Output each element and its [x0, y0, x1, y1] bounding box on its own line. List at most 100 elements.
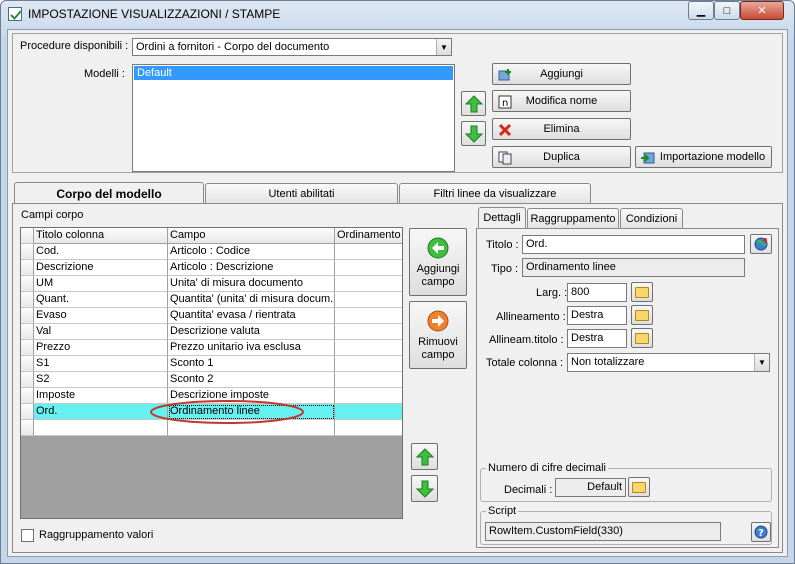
procedure-select[interactable]: Ordini a fornitori - Corpo del documento… [132, 38, 452, 56]
table-row[interactable]: Val Descrizione valuta [21, 324, 402, 340]
row-indicator[interactable] [21, 420, 34, 436]
width-input[interactable]: 800 [567, 283, 627, 302]
col-header-title[interactable]: Titolo colonna [34, 228, 168, 244]
table-row[interactable]: Prezzo Prezzo unitario iva esclusa [21, 340, 402, 356]
arrow-up-icon [464, 94, 483, 112]
help-button[interactable]: ? [751, 522, 771, 542]
close-button[interactable]: ✕ [740, 1, 784, 20]
align-folder-button[interactable] [631, 305, 653, 325]
remove-field-button[interactable]: Rimuovi campo [409, 301, 467, 369]
add-field-button[interactable]: Aggiungi campo [409, 228, 467, 296]
row-indicator[interactable] [21, 356, 34, 372]
cell-order[interactable] [335, 276, 402, 292]
cell-order[interactable] [335, 324, 402, 340]
col-header-field[interactable]: Campo [168, 228, 335, 244]
cell-field[interactable]: Articolo : Descrizione [168, 260, 335, 276]
move-model-up-button[interactable] [461, 91, 486, 116]
maximize-button[interactable]: □ [714, 1, 740, 20]
cell-order[interactable] [335, 244, 402, 260]
decimals-folder-button[interactable] [628, 477, 650, 497]
tab-raggruppamento[interactable]: Raggruppamento [527, 208, 619, 228]
import-model-label: Importazione modello [659, 151, 766, 163]
cell-title[interactable]: Val [34, 324, 168, 340]
rename-model-button[interactable]: n Modifica nome [492, 90, 631, 112]
tab-corpo-del-modello[interactable]: Corpo del modello [14, 182, 204, 204]
cell-order[interactable] [335, 356, 402, 372]
table-row[interactable]: UM Unita' di misura documento [21, 276, 402, 292]
cell-title[interactable]: S2 [34, 372, 168, 388]
fields-grid[interactable]: Titolo colonna Campo Ordinamento Cod. Art… [20, 227, 403, 519]
row-indicator[interactable] [21, 388, 34, 404]
tab-label: Raggruppamento [530, 212, 616, 225]
row-indicator[interactable] [21, 372, 34, 388]
cell-order[interactable] [335, 340, 402, 356]
table-row[interactable]: Cod. Articolo : Codice [21, 244, 402, 260]
globe-button[interactable] [750, 234, 772, 254]
cell-title[interactable]: Quant. [34, 292, 168, 308]
total-select[interactable]: Non totalizzare ▼ [567, 353, 770, 372]
svg-text:?: ? [758, 528, 764, 539]
cell-order[interactable] [335, 260, 402, 276]
cell-order[interactable] [335, 404, 402, 420]
align-title-input[interactable]: Destra [567, 329, 627, 348]
row-indicator[interactable] [21, 292, 34, 308]
cell-order[interactable] [335, 292, 402, 308]
table-row[interactable]: S1 Sconto 1 [21, 356, 402, 372]
title-bar[interactable]: IMPOSTAZIONE VISUALIZZAZIONI / STAMPE ▁ … [0, 0, 795, 28]
cell-field[interactable]: Quantita' evasa / rientrata [168, 308, 335, 324]
cell-order[interactable] [335, 420, 402, 436]
cell-title[interactable]: S1 [34, 356, 168, 372]
cell-field[interactable]: Articolo : Codice [168, 244, 335, 260]
col-header-order[interactable]: Ordinamento [335, 228, 402, 244]
cell-field[interactable]: Prezzo unitario iva esclusa [168, 340, 335, 356]
row-indicator[interactable] [21, 276, 34, 292]
move-field-down-button[interactable] [411, 475, 438, 502]
move-field-up-button[interactable] [411, 443, 438, 470]
tab-filtri-linee[interactable]: Filtri linee da visualizzare [399, 183, 591, 203]
cell-field[interactable]: Sconto 1 [168, 356, 335, 372]
row-indicator[interactable] [21, 260, 34, 276]
cell-title[interactable]: Cod. [34, 244, 168, 260]
cell-field[interactable]: Unita' di misura documento [168, 276, 335, 292]
cell-field[interactable]: Sconto 2 [168, 372, 335, 388]
cell-order[interactable] [335, 388, 402, 404]
chevron-down-icon[interactable]: ▼ [436, 39, 451, 55]
cell-order[interactable] [335, 372, 402, 388]
chevron-down-icon[interactable]: ▼ [754, 354, 769, 371]
cell-order[interactable] [335, 308, 402, 324]
row-indicator[interactable] [21, 324, 34, 340]
move-model-down-button[interactable] [461, 121, 486, 146]
delete-model-button[interactable]: Elimina [492, 118, 631, 140]
model-item-default[interactable]: Default [134, 66, 453, 80]
rename-icon: n [498, 95, 512, 109]
table-row[interactable]: Descrizione Articolo : Descrizione [21, 260, 402, 276]
row-indicator[interactable] [21, 404, 34, 420]
table-row[interactable]: S2 Sconto 2 [21, 372, 402, 388]
table-row[interactable]: Quant. Quantita' (unita' di misura docum.… [21, 292, 402, 308]
cell-field[interactable]: Descrizione valuta [168, 324, 335, 340]
cell-title[interactable]: Prezzo [34, 340, 168, 356]
group-values-checkbox[interactable] [21, 529, 34, 542]
models-list[interactable]: Default [132, 64, 455, 172]
total-label: Totale colonna : [486, 357, 564, 369]
tab-utenti-abilitati[interactable]: Utenti abilitati [205, 183, 398, 203]
row-indicator[interactable] [21, 308, 34, 324]
tab-dettagli[interactable]: Dettagli [478, 207, 526, 228]
row-indicator[interactable] [21, 244, 34, 260]
cell-field[interactable]: Quantita' (unita' di misura docum... [168, 292, 335, 308]
table-row[interactable]: Evaso Quantita' evasa / rientrata [21, 308, 402, 324]
cell-title[interactable]: Descrizione [34, 260, 168, 276]
duplicate-model-button[interactable]: Duplica [492, 146, 631, 168]
import-model-button[interactable]: Importazione modello [635, 146, 772, 168]
row-indicator[interactable] [21, 340, 34, 356]
cell-title[interactable]: UM [34, 276, 168, 292]
align-input[interactable]: Destra [567, 306, 627, 325]
tab-label: Filtri linee da visualizzare [433, 187, 557, 200]
width-folder-button[interactable] [631, 282, 653, 302]
tab-condizioni[interactable]: Condizioni [620, 208, 683, 228]
align-title-folder-button[interactable] [631, 328, 653, 348]
cell-title[interactable]: Evaso [34, 308, 168, 324]
add-model-button[interactable]: Aggiungi [492, 63, 631, 85]
minimize-button[interactable]: ▁ [688, 1, 714, 20]
title-input[interactable]: Ord. [522, 235, 745, 254]
